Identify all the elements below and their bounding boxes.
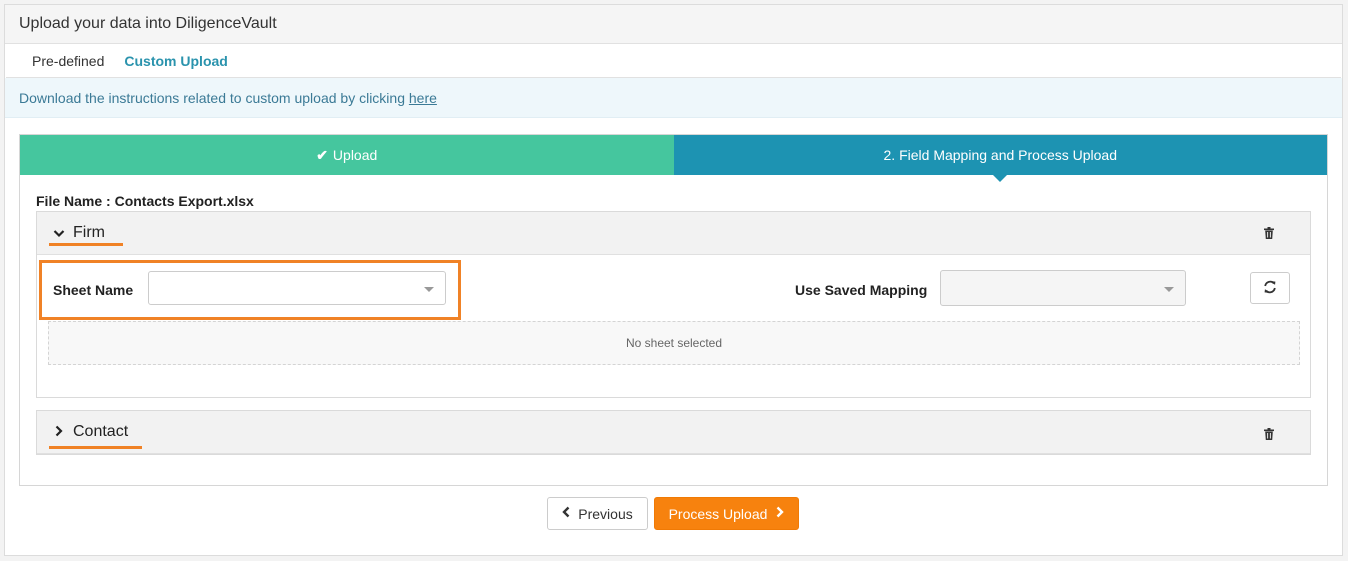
- trash-icon[interactable]: [1264, 226, 1274, 239]
- trash-icon[interactable]: [1264, 427, 1274, 440]
- refresh-icon: [1263, 280, 1277, 297]
- step-upload[interactable]: ✔ Upload: [20, 135, 674, 175]
- panel-title: Upload your data into DiligenceVault: [5, 5, 1342, 44]
- contact-section: Contact: [36, 410, 1311, 455]
- firm-title: Firm: [73, 224, 105, 241]
- chevron-down-icon: [424, 287, 434, 292]
- instructions-banner: Download the instructions related to cus…: [5, 78, 1342, 118]
- check-icon: ✔: [316, 146, 328, 163]
- chevron-right-icon: [776, 505, 785, 522]
- chevron-down-icon: [1164, 287, 1174, 292]
- chevron-down-icon: [53, 225, 65, 241]
- firm-toggle[interactable]: Firm: [53, 224, 105, 242]
- sheet-name-highlight: Sheet Name: [39, 260, 461, 320]
- chevron-left-icon: [562, 505, 570, 522]
- contact-section-header[interactable]: Contact: [37, 411, 1310, 454]
- contact-toggle[interactable]: Contact: [53, 423, 128, 441]
- wizard-steps: ✔ Upload 2. Field Mapping and Process Up…: [20, 135, 1327, 182]
- step-field-mapping-label: 2. Field Mapping and Process Upload: [883, 147, 1117, 163]
- process-upload-label: Process Upload: [668, 505, 768, 522]
- upload-tabs: Pre-defined Custom Upload: [6, 44, 1341, 78]
- process-upload-button[interactable]: Process Upload: [654, 497, 799, 530]
- firm-title-underline: [49, 243, 123, 246]
- saved-mapping-select[interactable]: [940, 270, 1186, 306]
- sheet-name-select[interactable]: [148, 271, 446, 305]
- no-sheet-message: No sheet selected: [48, 321, 1300, 365]
- file-name: File Name : Contacts Export.xlsx: [36, 193, 254, 209]
- chevron-right-icon: [53, 424, 65, 440]
- step-upload-label: Upload: [332, 147, 378, 163]
- refresh-button[interactable]: [1250, 272, 1290, 304]
- firm-section: Firm Sheet Name Use Saved Mapping No she…: [36, 211, 1311, 398]
- instructions-text: Download the instructions related to cus…: [19, 90, 405, 106]
- tab-predefined[interactable]: Pre-defined: [32, 53, 104, 69]
- step-field-mapping[interactable]: 2. Field Mapping and Process Upload: [673, 135, 1327, 182]
- previous-button[interactable]: Previous: [547, 497, 648, 530]
- previous-label: Previous: [578, 505, 633, 522]
- sheet-name-label: Sheet Name: [53, 282, 134, 298]
- instructions-link[interactable]: here: [409, 90, 437, 106]
- upload-wizard: ✔ Upload 2. Field Mapping and Process Up…: [19, 134, 1328, 486]
- saved-mapping-label: Use Saved Mapping: [795, 282, 928, 298]
- tab-custom-upload[interactable]: Custom Upload: [124, 53, 227, 69]
- contact-title-underline: [49, 446, 142, 449]
- firm-section-header[interactable]: Firm: [37, 212, 1310, 255]
- upload-panel: Upload your data into DiligenceVault Pre…: [4, 4, 1343, 556]
- contact-title: Contact: [73, 423, 129, 440]
